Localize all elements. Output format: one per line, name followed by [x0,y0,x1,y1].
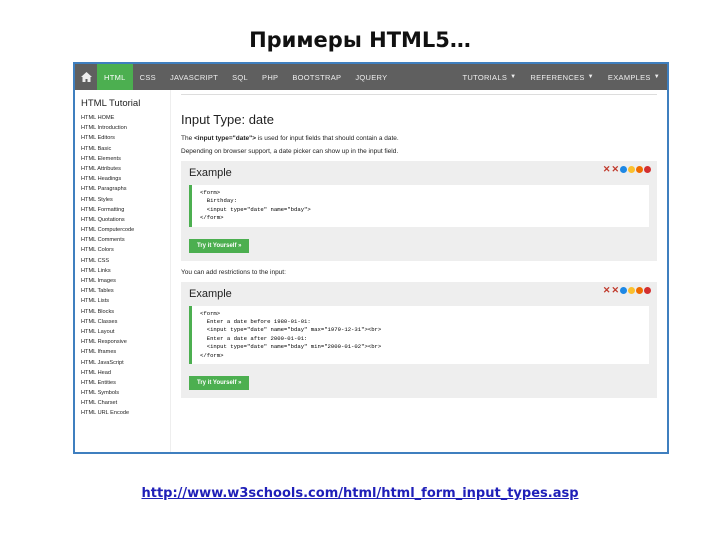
nav-jquery[interactable]: JQUERY [348,64,394,90]
sidebar-item[interactable]: HTML Entities [81,378,170,388]
example-box-1: ✕ ✕ Example <form> Birthday: <input type… [181,161,657,261]
sidebar-item[interactable]: HTML Styles [81,195,170,205]
chrome-icon [628,166,635,173]
sidebar-item[interactable]: HTML Computercode [81,225,170,235]
slide-title: Примеры HTML5… [249,28,471,52]
browser-support-icons: ✕ ✕ [603,165,651,174]
firefox-icon [636,166,643,173]
sidebar-item[interactable]: HTML Colors [81,245,170,255]
chrome-icon [628,286,635,294]
code-line: Enter a date after 2000-01-01: [200,334,308,342]
sidebar-item[interactable]: HTML Head [81,368,170,378]
nav-css[interactable]: CSS [133,64,163,90]
opera-icon [644,286,651,294]
code-block: <form> Enter a date before 1980-01-01: <… [189,305,649,365]
code-line: <input type="date" name="bday" max="1979… [200,326,382,334]
sidebar-item[interactable]: HTML CSS [81,256,170,266]
code-line: Birthday: [200,197,237,205]
caret-down-icon: ▼ [587,74,594,80]
ie-icon [620,286,627,294]
sidebar-item[interactable]: HTML Introduction [81,123,170,133]
close-x-icon: ✕ [611,284,619,295]
nav-bootstrap[interactable]: BOOTSTRAP [285,64,348,90]
browser-support-icons: ✕ ✕ [602,284,651,295]
close-x-icon: ✕ [611,164,619,174]
example-box-2: ✕ ✕ Example <form> Enter a date before 1… [181,281,657,399]
slide: Примеры HTML5… HTML CSS JAVASCRIPT SQL P… [0,0,720,540]
nav-examples[interactable]: EXAMPLES ▼ [601,64,667,90]
sidebar-item[interactable]: HTML Attributes [81,164,170,174]
sidebar-item[interactable]: HTML JavaScript [81,358,170,368]
caret-down-icon: ▼ [510,74,517,80]
sidebar-list: HTML HOME HTML Introduction HTML Editors HT… [81,113,170,419]
sidebar-item[interactable]: HTML URL Encode [81,408,170,418]
close-x-icon: ✕ [602,164,611,174]
code-line: </form> [200,351,224,359]
code-line: <form> [200,309,221,317]
example-title: Example [189,287,232,300]
sidebar-item[interactable]: HTML Basic [81,144,170,154]
ie-icon [620,166,627,173]
nav-tutorials[interactable]: TUTORIALS ▼ [455,64,523,90]
divider [181,94,657,100]
sidebar-item[interactable]: HTML Elements [81,154,170,164]
sidebar-item[interactable]: HTML HOME [81,113,170,123]
opera-icon [644,166,651,173]
sidebar-item[interactable]: HTML Lists [81,296,170,306]
sidebar-item[interactable]: HTML Formatting [81,205,170,215]
try-it-yourself-button[interactable]: Try it Yourself » [189,376,250,391]
sidebar-item[interactable]: HTML Responsive [81,337,170,347]
source-link[interactable]: http://www.w3schools.com/html/html_form_… [0,486,720,501]
nav-sql[interactable]: SQL [225,64,255,90]
support-note: Depending on browser support, a date pic… [181,148,399,155]
close-x-icon: ✕ [602,284,611,295]
sidebar-item[interactable]: HTML Tables [81,286,170,296]
example-title: Example [189,167,232,179]
sidebar-item[interactable]: HTML Quotations [81,215,170,225]
code-line: <input type="date" name="bday" min="2000… [200,343,382,351]
page-heading: Input Type: date [181,112,274,127]
caret-down-icon: ▼ [653,74,660,80]
code-line: </form> [200,214,224,222]
firefox-icon [636,286,643,294]
code-line: Enter a date before 1980-01-01: [200,318,311,326]
sidebar-item[interactable]: HTML Links [81,266,170,276]
sidebar-item[interactable]: HTML Charset [81,398,170,408]
sidebar-item[interactable]: HTML Images [81,276,170,286]
sidebar-item[interactable]: HTML Layout [81,327,170,337]
main-content: Input Type: date The <input type="date">… [171,90,667,452]
code-line: <input type="date" name="bday"> [200,205,311,213]
try-it-yourself-button[interactable]: Try it Yourself » [189,238,250,253]
sidebar-item[interactable]: HTML Editors [81,133,170,143]
restriction-note: You can add restrictions to the input: [181,268,286,276]
code-line: <form> [200,189,221,196]
top-navigation: HTML CSS JAVASCRIPT SQL PHP BOOTSTRAP JQ… [75,64,667,90]
sidebar-item[interactable]: HTML Symbols [81,388,170,398]
sidebar-item[interactable]: HTML Classes [81,317,170,327]
sidebar-item[interactable]: HTML Comments [81,235,170,245]
sidebar-item[interactable]: HTML Blocks [81,307,170,317]
sidebar-item[interactable]: HTML Iframes [81,347,170,357]
description: The <input type="date"> is used for inpu… [181,135,399,142]
nav-html[interactable]: HTML [97,64,133,90]
nav-php[interactable]: PHP [255,64,285,90]
home-icon[interactable] [75,64,97,90]
code-block: <form> Birthday: <input type="date" name… [189,185,649,227]
sidebar-item[interactable]: HTML Paragraphs [81,184,170,194]
sidebar: HTML Tutorial HTML HOME HTML Introduction… [75,90,171,452]
nav-references[interactable]: REFERENCES ▼ [523,64,601,90]
sidebar-item[interactable]: HTML Headings [81,174,170,184]
browser-screenshot: HTML CSS JAVASCRIPT SQL PHP BOOTSTRAP JQ… [73,62,669,454]
nav-javascript[interactable]: JAVASCRIPT [163,64,225,90]
sidebar-title: HTML Tutorial [81,98,141,109]
